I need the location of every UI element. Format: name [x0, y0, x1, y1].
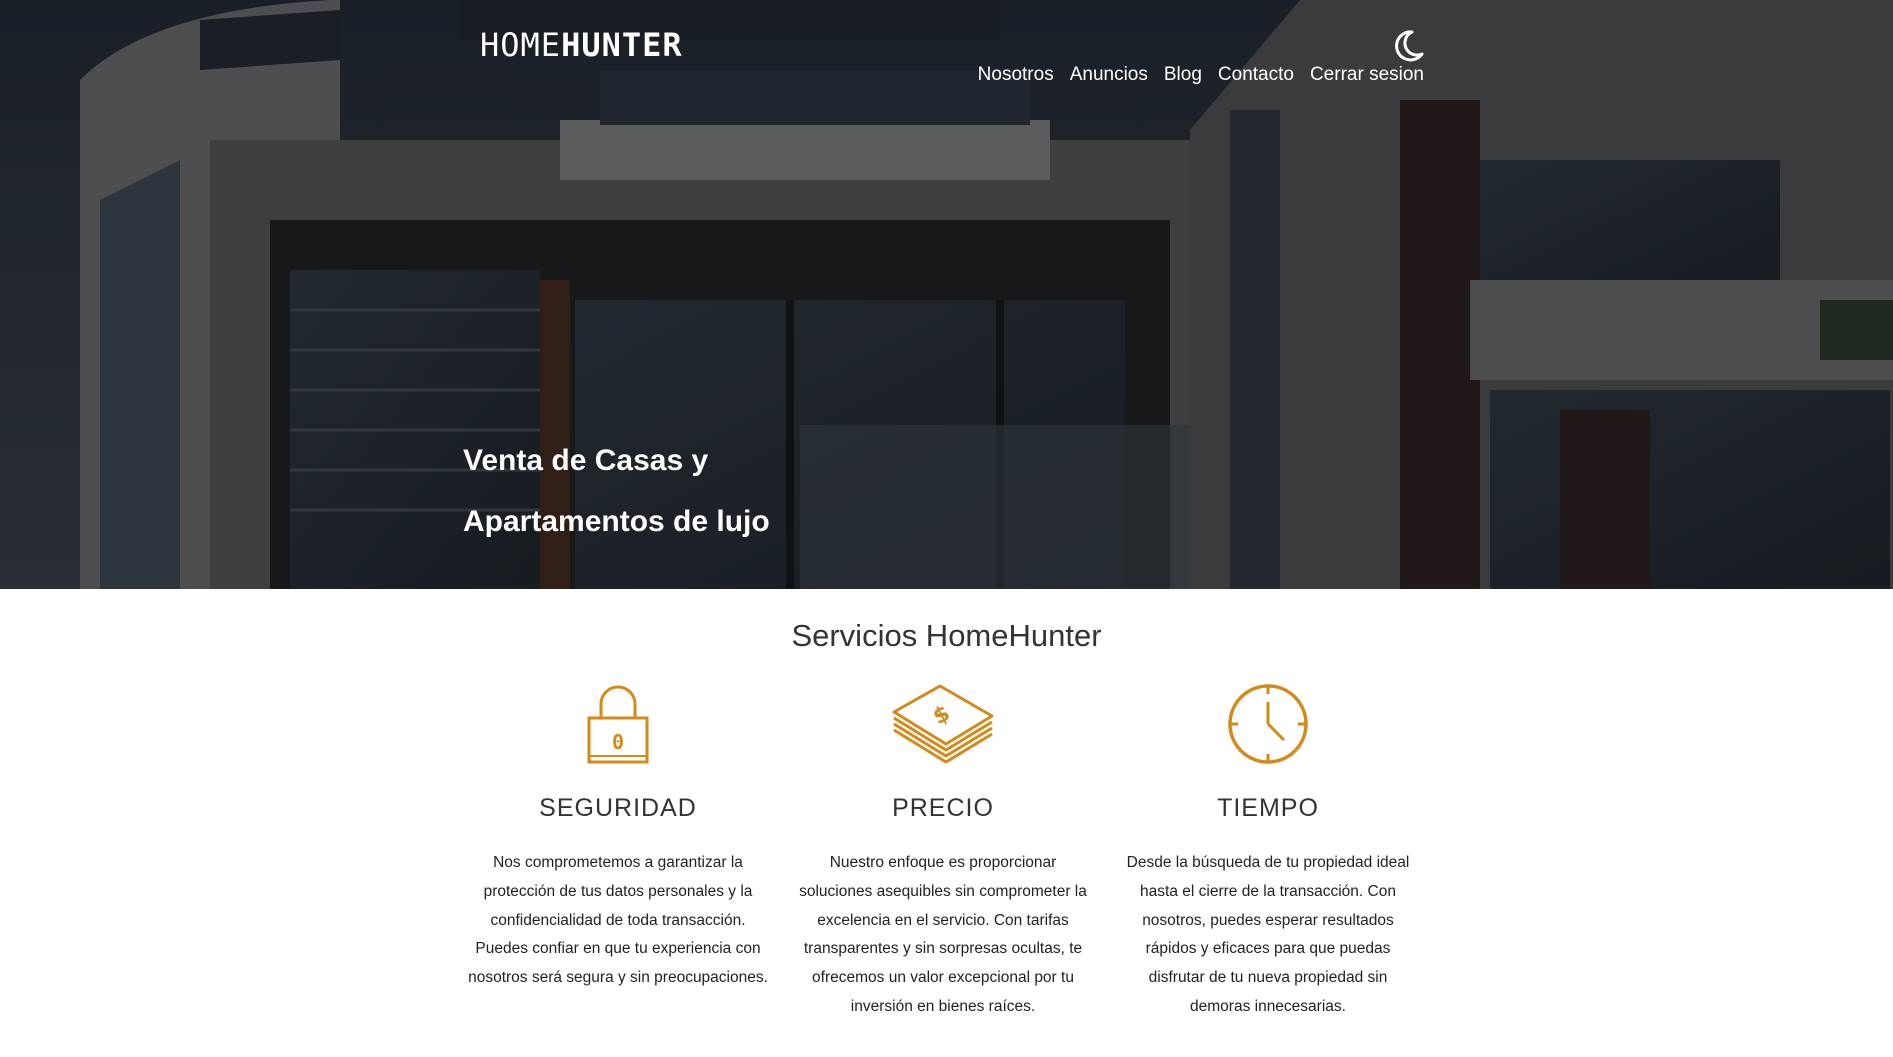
hero-title: Venta de Casas y Apartamentos de lujo [463, 430, 770, 552]
logo[interactable]: HOMEHUNTER [480, 26, 683, 64]
nav-link-nosotros[interactable]: Nosotros [978, 64, 1054, 86]
nav-link-anuncios[interactable]: Anuncios [1070, 64, 1148, 86]
nav-link-blog[interactable]: Blog [1164, 64, 1202, 86]
services-title: Servicios HomeHunter [791, 618, 1102, 653]
svg-text:0: 0 [612, 730, 624, 754]
moon-icon[interactable] [1390, 28, 1426, 64]
main-nav: Nosotros Anuncios Blog Contacto Cerrar s… [978, 64, 1424, 86]
service-heading: SEGURIDAD [539, 794, 697, 822]
clock-icon [1118, 680, 1418, 768]
nav-link-cerrar-sesion[interactable]: Cerrar sesion [1310, 64, 1424, 86]
service-text: Desde la búsqueda de tu propiedad ideal … [1126, 854, 1410, 1015]
lock-icon: 0 [468, 680, 768, 768]
hero-background-house-image [0, 0, 1893, 589]
hero-title-line2: Apartamentos de lujo [463, 505, 770, 538]
service-text: Nos comprometemos a garantizar la protec… [468, 854, 768, 987]
service-precio: $ PRECIO Nuestro enfoque es proporcionar… [793, 680, 1093, 1022]
hero-title-line1: Venta de Casas y [463, 444, 709, 477]
logo-hunter-text: HUNTER [561, 26, 683, 64]
money-stack-icon: $ [793, 680, 1093, 768]
svg-text:$: $ [929, 701, 954, 730]
service-seguridad: 0 SEGURIDAD Nos comprometemos a garantiz… [468, 680, 768, 993]
service-tiempo: TIEMPO Desde la búsqueda de tu propiedad… [1118, 680, 1418, 1022]
hero-banner: HOMEHUNTER Nosotros Anuncios Blog Contac… [0, 0, 1893, 589]
logo-home-text: HOME [480, 26, 562, 64]
service-heading: TIEMPO [1217, 794, 1319, 822]
service-heading: PRECIO [892, 794, 994, 822]
nav-link-contacto[interactable]: Contacto [1218, 64, 1294, 86]
service-text: Nuestro enfoque es proporcionar solucion… [799, 854, 1087, 1015]
